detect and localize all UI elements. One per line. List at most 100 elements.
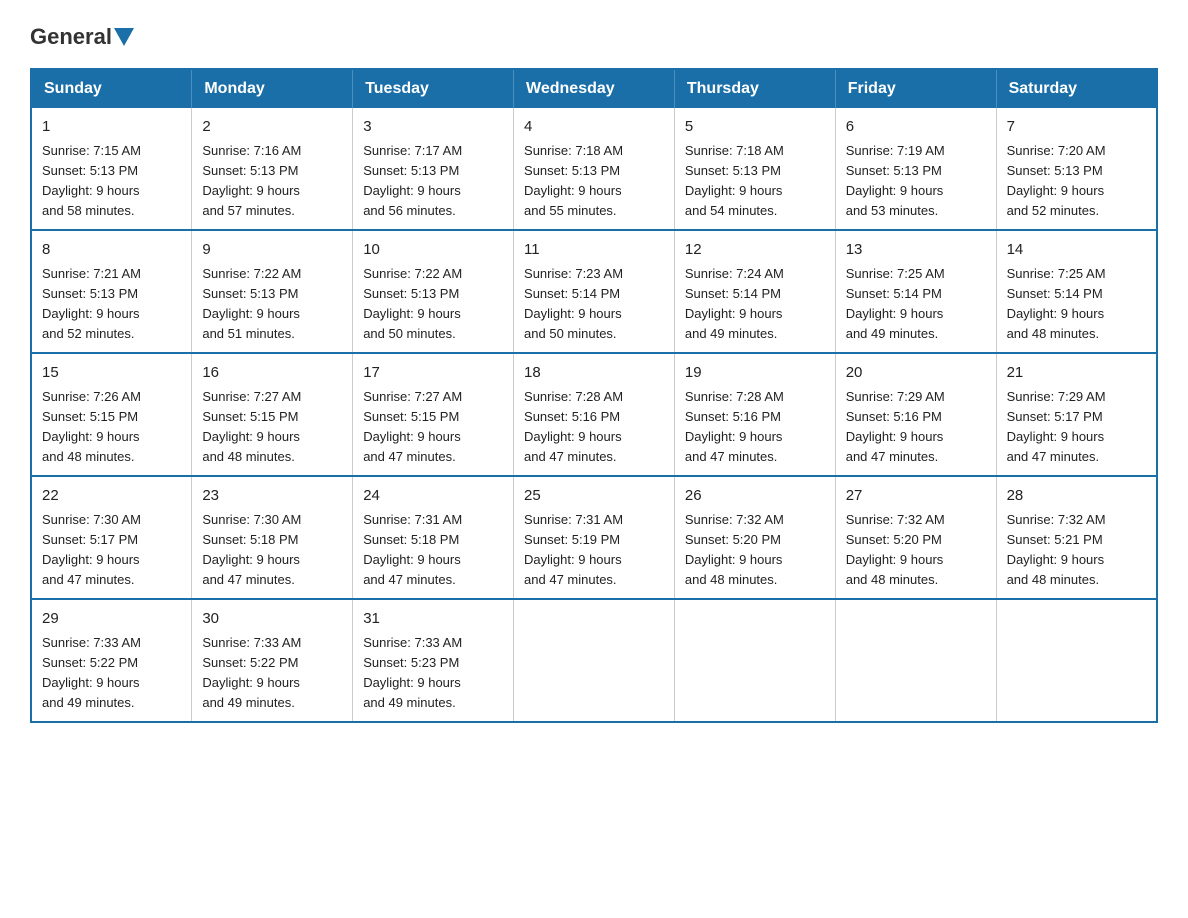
day-number: 22 <box>42 485 181 508</box>
day-number: 24 <box>363 485 503 508</box>
day-number: 21 <box>1007 362 1146 385</box>
calendar-cell: 10 Sunrise: 7:22 AMSunset: 5:13 PMDaylig… <box>353 230 514 353</box>
day-info: Sunrise: 7:15 AMSunset: 5:13 PMDaylight:… <box>42 143 141 218</box>
calendar-cell: 16 Sunrise: 7:27 AMSunset: 5:15 PMDaylig… <box>192 353 353 476</box>
day-info: Sunrise: 7:33 AMSunset: 5:23 PMDaylight:… <box>363 635 462 710</box>
day-info: Sunrise: 7:25 AMSunset: 5:14 PMDaylight:… <box>1007 266 1106 341</box>
day-number: 3 <box>363 116 503 139</box>
day-info: Sunrise: 7:19 AMSunset: 5:13 PMDaylight:… <box>846 143 945 218</box>
day-info: Sunrise: 7:32 AMSunset: 5:20 PMDaylight:… <box>685 512 784 587</box>
day-info: Sunrise: 7:30 AMSunset: 5:17 PMDaylight:… <box>42 512 141 587</box>
week-row-3: 15 Sunrise: 7:26 AMSunset: 5:15 PMDaylig… <box>31 353 1157 476</box>
day-number: 15 <box>42 362 181 385</box>
day-info: Sunrise: 7:22 AMSunset: 5:13 PMDaylight:… <box>202 266 301 341</box>
day-number: 10 <box>363 239 503 262</box>
day-info: Sunrise: 7:17 AMSunset: 5:13 PMDaylight:… <box>363 143 462 218</box>
calendar-cell: 28 Sunrise: 7:32 AMSunset: 5:21 PMDaylig… <box>996 476 1157 599</box>
day-info: Sunrise: 7:31 AMSunset: 5:19 PMDaylight:… <box>524 512 623 587</box>
day-number: 1 <box>42 116 181 139</box>
day-of-week-sunday: Sunday <box>31 69 192 108</box>
day-number: 16 <box>202 362 342 385</box>
day-info: Sunrise: 7:33 AMSunset: 5:22 PMDaylight:… <box>202 635 301 710</box>
calendar-cell: 19 Sunrise: 7:28 AMSunset: 5:16 PMDaylig… <box>674 353 835 476</box>
calendar-cell: 31 Sunrise: 7:33 AMSunset: 5:23 PMDaylig… <box>353 599 514 722</box>
day-info: Sunrise: 7:26 AMSunset: 5:15 PMDaylight:… <box>42 389 141 464</box>
day-info: Sunrise: 7:24 AMSunset: 5:14 PMDaylight:… <box>685 266 784 341</box>
calendar-cell: 2 Sunrise: 7:16 AMSunset: 5:13 PMDayligh… <box>192 108 353 230</box>
day-number: 31 <box>363 608 503 631</box>
calendar-cell <box>835 599 996 722</box>
calendar-cell: 13 Sunrise: 7:25 AMSunset: 5:14 PMDaylig… <box>835 230 996 353</box>
calendar-cell: 9 Sunrise: 7:22 AMSunset: 5:13 PMDayligh… <box>192 230 353 353</box>
day-info: Sunrise: 7:32 AMSunset: 5:21 PMDaylight:… <box>1007 512 1106 587</box>
day-number: 26 <box>685 485 825 508</box>
day-number: 27 <box>846 485 986 508</box>
calendar-cell: 30 Sunrise: 7:33 AMSunset: 5:22 PMDaylig… <box>192 599 353 722</box>
day-number: 11 <box>524 239 664 262</box>
day-info: Sunrise: 7:27 AMSunset: 5:15 PMDaylight:… <box>363 389 462 464</box>
day-of-week-saturday: Saturday <box>996 69 1157 108</box>
day-info: Sunrise: 7:21 AMSunset: 5:13 PMDaylight:… <box>42 266 141 341</box>
calendar-cell: 7 Sunrise: 7:20 AMSunset: 5:13 PMDayligh… <box>996 108 1157 230</box>
calendar-cell: 8 Sunrise: 7:21 AMSunset: 5:13 PMDayligh… <box>31 230 192 353</box>
calendar-cell: 6 Sunrise: 7:19 AMSunset: 5:13 PMDayligh… <box>835 108 996 230</box>
calendar-cell <box>514 599 675 722</box>
calendar-cell: 12 Sunrise: 7:24 AMSunset: 5:14 PMDaylig… <box>674 230 835 353</box>
week-row-1: 1 Sunrise: 7:15 AMSunset: 5:13 PMDayligh… <box>31 108 1157 230</box>
calendar-cell: 29 Sunrise: 7:33 AMSunset: 5:22 PMDaylig… <box>31 599 192 722</box>
day-info: Sunrise: 7:29 AMSunset: 5:16 PMDaylight:… <box>846 389 945 464</box>
day-number: 13 <box>846 239 986 262</box>
calendar-cell: 1 Sunrise: 7:15 AMSunset: 5:13 PMDayligh… <box>31 108 192 230</box>
day-header-row: SundayMondayTuesdayWednesdayThursdayFrid… <box>31 69 1157 108</box>
day-info: Sunrise: 7:28 AMSunset: 5:16 PMDaylight:… <box>524 389 623 464</box>
day-number: 9 <box>202 239 342 262</box>
calendar-cell: 27 Sunrise: 7:32 AMSunset: 5:20 PMDaylig… <box>835 476 996 599</box>
day-info: Sunrise: 7:22 AMSunset: 5:13 PMDaylight:… <box>363 266 462 341</box>
day-number: 7 <box>1007 116 1146 139</box>
day-info: Sunrise: 7:31 AMSunset: 5:18 PMDaylight:… <box>363 512 462 587</box>
calendar-cell: 11 Sunrise: 7:23 AMSunset: 5:14 PMDaylig… <box>514 230 675 353</box>
day-number: 28 <box>1007 485 1146 508</box>
day-of-week-wednesday: Wednesday <box>514 69 675 108</box>
day-number: 20 <box>846 362 986 385</box>
calendar-cell <box>674 599 835 722</box>
day-number: 17 <box>363 362 503 385</box>
day-info: Sunrise: 7:18 AMSunset: 5:13 PMDaylight:… <box>685 143 784 218</box>
day-of-week-friday: Friday <box>835 69 996 108</box>
day-info: Sunrise: 7:27 AMSunset: 5:15 PMDaylight:… <box>202 389 301 464</box>
day-info: Sunrise: 7:16 AMSunset: 5:13 PMDaylight:… <box>202 143 301 218</box>
day-info: Sunrise: 7:30 AMSunset: 5:18 PMDaylight:… <box>202 512 301 587</box>
day-of-week-thursday: Thursday <box>674 69 835 108</box>
calendar-cell: 20 Sunrise: 7:29 AMSunset: 5:16 PMDaylig… <box>835 353 996 476</box>
calendar-cell <box>996 599 1157 722</box>
calendar-table: SundayMondayTuesdayWednesdayThursdayFrid… <box>30 68 1158 723</box>
calendar-cell: 17 Sunrise: 7:27 AMSunset: 5:15 PMDaylig… <box>353 353 514 476</box>
day-of-week-monday: Monday <box>192 69 353 108</box>
calendar-cell: 18 Sunrise: 7:28 AMSunset: 5:16 PMDaylig… <box>514 353 675 476</box>
day-of-week-tuesday: Tuesday <box>353 69 514 108</box>
calendar-cell: 24 Sunrise: 7:31 AMSunset: 5:18 PMDaylig… <box>353 476 514 599</box>
day-info: Sunrise: 7:25 AMSunset: 5:14 PMDaylight:… <box>846 266 945 341</box>
day-number: 5 <box>685 116 825 139</box>
calendar-cell: 26 Sunrise: 7:32 AMSunset: 5:20 PMDaylig… <box>674 476 835 599</box>
calendar-cell: 22 Sunrise: 7:30 AMSunset: 5:17 PMDaylig… <box>31 476 192 599</box>
page-header: General <box>30 24 1158 50</box>
day-number: 6 <box>846 116 986 139</box>
day-number: 25 <box>524 485 664 508</box>
calendar-cell: 5 Sunrise: 7:18 AMSunset: 5:13 PMDayligh… <box>674 108 835 230</box>
day-number: 2 <box>202 116 342 139</box>
day-number: 4 <box>524 116 664 139</box>
calendar-cell: 3 Sunrise: 7:17 AMSunset: 5:13 PMDayligh… <box>353 108 514 230</box>
day-info: Sunrise: 7:32 AMSunset: 5:20 PMDaylight:… <box>846 512 945 587</box>
day-number: 12 <box>685 239 825 262</box>
day-info: Sunrise: 7:18 AMSunset: 5:13 PMDaylight:… <box>524 143 623 218</box>
day-info: Sunrise: 7:23 AMSunset: 5:14 PMDaylight:… <box>524 266 623 341</box>
calendar-cell: 25 Sunrise: 7:31 AMSunset: 5:19 PMDaylig… <box>514 476 675 599</box>
logo: General <box>30 24 136 50</box>
day-number: 29 <box>42 608 181 631</box>
calendar-cell: 4 Sunrise: 7:18 AMSunset: 5:13 PMDayligh… <box>514 108 675 230</box>
calendar-cell: 21 Sunrise: 7:29 AMSunset: 5:17 PMDaylig… <box>996 353 1157 476</box>
calendar-cell: 23 Sunrise: 7:30 AMSunset: 5:18 PMDaylig… <box>192 476 353 599</box>
day-info: Sunrise: 7:28 AMSunset: 5:16 PMDaylight:… <box>685 389 784 464</box>
week-row-4: 22 Sunrise: 7:30 AMSunset: 5:17 PMDaylig… <box>31 476 1157 599</box>
